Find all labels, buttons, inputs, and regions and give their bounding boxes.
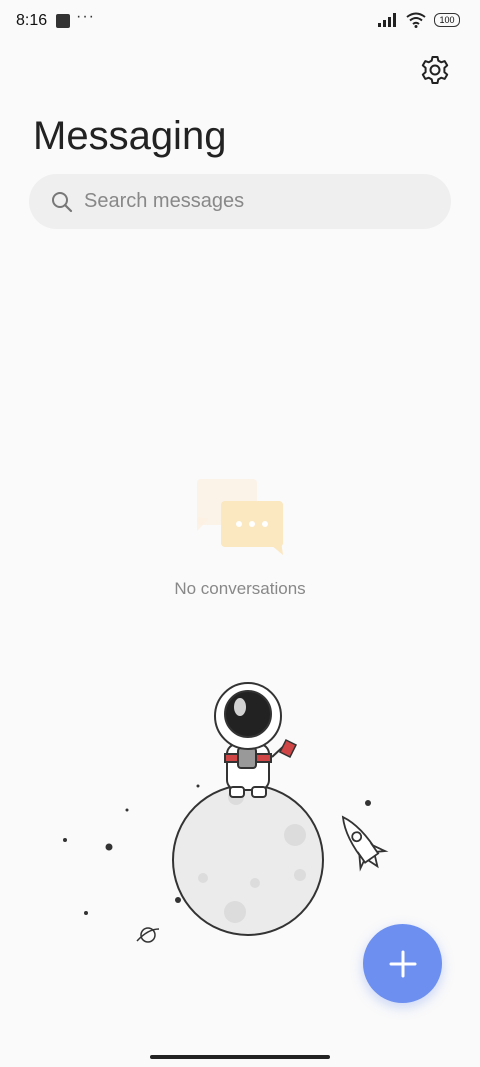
search-placeholder: Search messages [84,190,245,212]
notification-app-icon [56,14,70,28]
chat-bubbles-icon [197,479,283,555]
status-time: 8:16 [16,12,48,29]
status-right: 100 [378,12,460,28]
more-notifications-icon: ··· [76,8,95,25]
wifi-icon [406,12,426,28]
gear-icon [421,56,449,84]
settings-button[interactable] [418,53,452,87]
compose-button[interactable] [363,924,442,1003]
search-input[interactable]: Search messages [29,174,451,229]
status-bar: 8:16 ··· 100 [0,0,480,44]
empty-state-text: No conversations [174,579,306,598]
battery-icon: 100 [434,13,460,27]
signal-icon [378,13,396,27]
home-indicator[interactable] [150,1055,330,1059]
search-icon [52,192,73,213]
astronaut-illustration [63,682,389,943]
plus-icon [389,950,416,977]
page-title: Messaging [33,114,227,158]
